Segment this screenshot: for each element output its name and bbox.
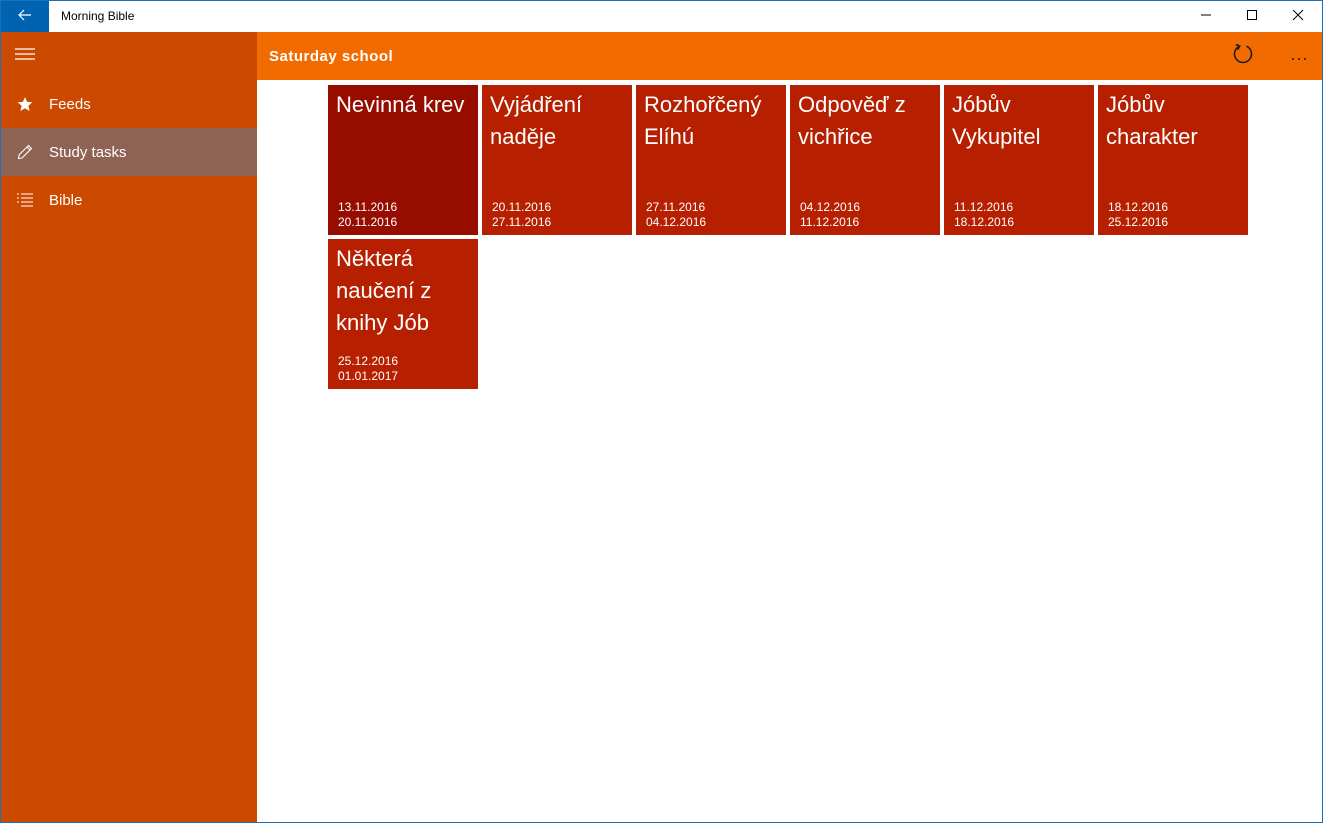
tile-title: Některá naučení z knihy Jób (336, 246, 432, 335)
close-icon (1292, 8, 1304, 26)
study-tile[interactable]: Odpověď z vichřice 04.12.2016 11.12.2016 (790, 85, 940, 235)
study-tile[interactable]: Jóbův charakter 18.12.2016 25.12.2016 (1098, 85, 1248, 235)
sidebar-item-feeds[interactable]: Feeds (1, 80, 257, 128)
title-bar: Morning Bible (1, 1, 1322, 32)
back-button[interactable] (1, 1, 49, 32)
list-icon (1, 176, 49, 224)
tile-title: Odpověď z vichřice (798, 92, 906, 149)
tile-start-date: 25.12.2016 (338, 354, 399, 368)
close-button[interactable] (1275, 1, 1321, 32)
tile-start-date: 18.12.2016 (1108, 200, 1169, 214)
study-tile[interactable]: Jóbův Vykupitel 11.12.2016 18.12.2016 (944, 85, 1094, 235)
tile-title: Vyjádření naděje (490, 92, 583, 149)
hamburger-menu-button[interactable] (1, 32, 49, 80)
tile-end-date: 27.11.2016 (492, 215, 552, 229)
tile-end-date: 25.12.2016 (1108, 215, 1169, 229)
sidebar-item-label: Feeds (49, 95, 91, 113)
minimize-button[interactable] (1183, 1, 1229, 32)
app-title: Morning Bible (61, 9, 135, 23)
refresh-icon (1232, 43, 1254, 70)
tile-start-date: 13.11.2016 (338, 200, 398, 214)
sidebar: Feeds Study tasks Bible (1, 32, 257, 822)
app-window: Morning Bible Feeds Study tasks Bible Sa… (0, 0, 1323, 823)
sidebar-item-study-tasks[interactable]: Study tasks (1, 128, 257, 176)
study-tile[interactable]: Rozhořčený Elíhú 27.11.2016 04.12.2016 (636, 85, 786, 235)
more-icon (1291, 48, 1307, 64)
more-options-button[interactable] (1279, 36, 1319, 76)
maximize-icon (1246, 8, 1258, 26)
tile-start-date: 20.11.2016 (492, 200, 552, 214)
pencil-icon (1, 128, 49, 176)
tile-title: Rozhořčený Elíhú (644, 92, 762, 149)
tile-end-date: 11.12.2016 (800, 215, 860, 229)
tile-start-date: 27.11.2016 (646, 200, 706, 214)
study-tile[interactable]: Vyjádření naděje 20.11.2016 27.11.2016 (482, 85, 632, 235)
hamburger-icon (15, 47, 35, 66)
arrow-left-icon (18, 8, 32, 26)
tile-end-date: 20.11.2016 (338, 215, 398, 229)
tile-end-date: 01.01.2017 (338, 369, 399, 383)
tile-start-date: 11.12.2016 (954, 200, 1014, 214)
tile-title: Jóbův Vykupitel (952, 92, 1041, 149)
page-title: Saturday school (269, 48, 394, 65)
sidebar-item-bible[interactable]: Bible (1, 176, 257, 224)
sidebar-item-label: Study tasks (49, 143, 127, 161)
tile-end-date: 18.12.2016 (954, 215, 1015, 229)
page-header: Saturday school (257, 32, 1322, 80)
study-tile[interactable]: Některá naučení z knihy Jób 25.12.2016 0… (328, 239, 478, 389)
star-icon (1, 80, 49, 128)
minimize-icon (1200, 8, 1212, 26)
sidebar-item-label: Bible (49, 191, 83, 209)
tile-title: Jóbův charakter (1106, 92, 1198, 149)
tile-title: Nevinná krev (336, 92, 465, 117)
tile-start-date: 04.12.2016 (800, 200, 861, 214)
tile-end-date: 04.12.2016 (646, 215, 707, 229)
study-tile[interactable]: Nevinná krev 13.11.2016 20.11.2016 (328, 85, 478, 235)
refresh-button[interactable] (1223, 36, 1263, 76)
maximize-button[interactable] (1229, 1, 1275, 32)
